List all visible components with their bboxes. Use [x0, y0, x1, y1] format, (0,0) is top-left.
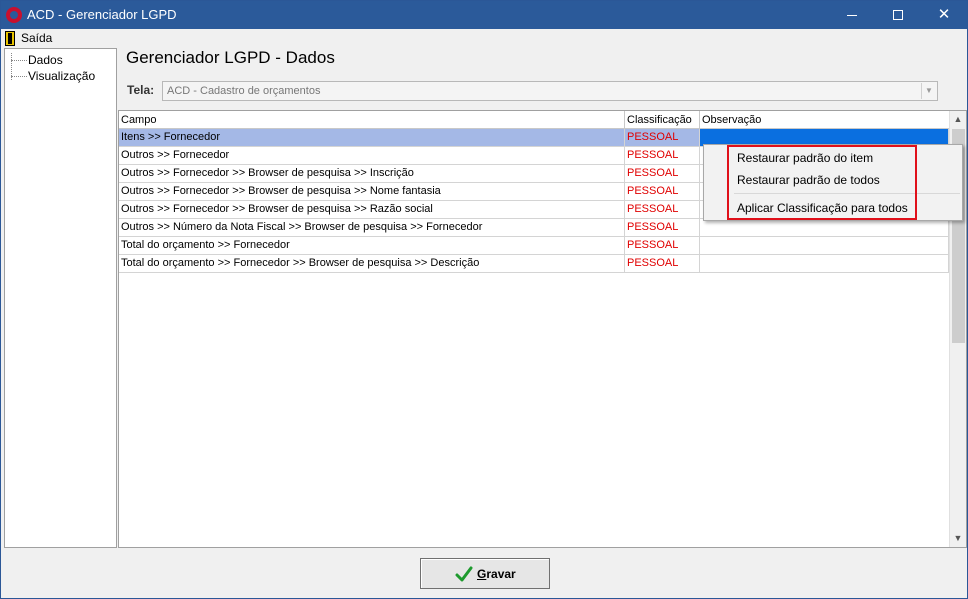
- table-row[interactable]: Total do orçamento >> Fornecedor >> Brow…: [119, 255, 949, 273]
- tree-item-dados[interactable]: Dados: [28, 53, 63, 67]
- tela-dropdown[interactable]: ACD - Cadastro de orçamentos ▼: [162, 81, 938, 101]
- tree-item-visualizacao[interactable]: Visualização: [28, 69, 95, 83]
- cell-campo[interactable]: Outros >> Fornecedor >> Browser de pesqu…: [119, 201, 625, 218]
- cell-classificacao[interactable]: PESSOAL: [625, 165, 700, 182]
- cell-classificacao[interactable]: PESSOAL: [625, 147, 700, 164]
- grid-header: Campo Classificação Observação: [119, 111, 949, 129]
- column-header-observacao[interactable]: Observação: [700, 111, 949, 129]
- scroll-down-icon[interactable]: ▼: [950, 530, 966, 547]
- cell-campo[interactable]: Total do orçamento >> Fornecedor: [119, 237, 625, 254]
- minimize-button[interactable]: [829, 1, 875, 29]
- cell-observacao[interactable]: [700, 255, 949, 272]
- cell-classificacao[interactable]: PESSOAL: [625, 129, 700, 146]
- page-title: Gerenciador LGPD - Dados: [126, 48, 335, 67]
- title-bar[interactable]: ACD - Gerenciador LGPD ✕: [1, 1, 967, 29]
- cell-classificacao[interactable]: PESSOAL: [625, 219, 700, 236]
- cell-classificacao[interactable]: PESSOAL: [625, 255, 700, 272]
- navigation-tree: Dados Visualização: [4, 48, 117, 548]
- cell-campo[interactable]: Outros >> Fornecedor >> Browser de pesqu…: [119, 183, 625, 200]
- cell-campo[interactable]: Total do orçamento >> Fornecedor >> Brow…: [119, 255, 625, 272]
- column-header-classificacao[interactable]: Classificação: [625, 111, 700, 129]
- close-button[interactable]: ✕: [921, 1, 967, 29]
- cell-campo[interactable]: Outros >> Fornecedor >> Browser de pesqu…: [119, 165, 625, 182]
- maximize-button[interactable]: [875, 1, 921, 29]
- gravar-button-label: Gravar: [477, 567, 516, 581]
- column-header-campo[interactable]: Campo: [119, 111, 625, 129]
- checkmark-icon: [455, 566, 473, 582]
- table-row[interactable]: Total do orçamento >> Fornecedor PESSOAL: [119, 237, 949, 255]
- table-row[interactable]: Outros >> Número da Nota Fiscal >> Brows…: [119, 219, 949, 237]
- exit-door-icon: [5, 31, 15, 46]
- cell-observacao[interactable]: [700, 219, 949, 236]
- tela-label: Tela:: [127, 83, 155, 97]
- chevron-down-icon[interactable]: ▼: [921, 83, 936, 99]
- cell-classificacao[interactable]: PESSOAL: [625, 237, 700, 254]
- app-window: ACD - Gerenciador LGPD ✕ Saída Dados Vis…: [0, 0, 968, 599]
- highlight-annotation: [727, 145, 917, 220]
- gravar-button[interactable]: Gravar: [420, 558, 550, 589]
- menu-bar: Saída: [1, 29, 967, 48]
- cell-campo[interactable]: Itens >> Fornecedor: [119, 129, 625, 146]
- minimize-icon: [847, 14, 857, 16]
- scroll-up-icon[interactable]: ▲: [950, 111, 966, 128]
- window-title: ACD - Gerenciador LGPD: [27, 7, 177, 22]
- menu-item-saida-label: Saída: [21, 31, 53, 45]
- tree-connector: [11, 76, 27, 77]
- maximize-icon: [893, 10, 903, 21]
- cell-campo[interactable]: Outros >> Fornecedor: [119, 147, 625, 164]
- tree-connector: [11, 60, 27, 61]
- cell-classificacao[interactable]: PESSOAL: [625, 201, 700, 218]
- cell-campo[interactable]: Outros >> Número da Nota Fiscal >> Brows…: [119, 219, 625, 236]
- tela-dropdown-value: ACD - Cadastro de orçamentos: [167, 85, 321, 97]
- cell-classificacao[interactable]: PESSOAL: [625, 183, 700, 200]
- cell-observacao[interactable]: [700, 237, 949, 254]
- close-icon: ✕: [937, 6, 951, 23]
- app-logo-icon: [6, 7, 22, 23]
